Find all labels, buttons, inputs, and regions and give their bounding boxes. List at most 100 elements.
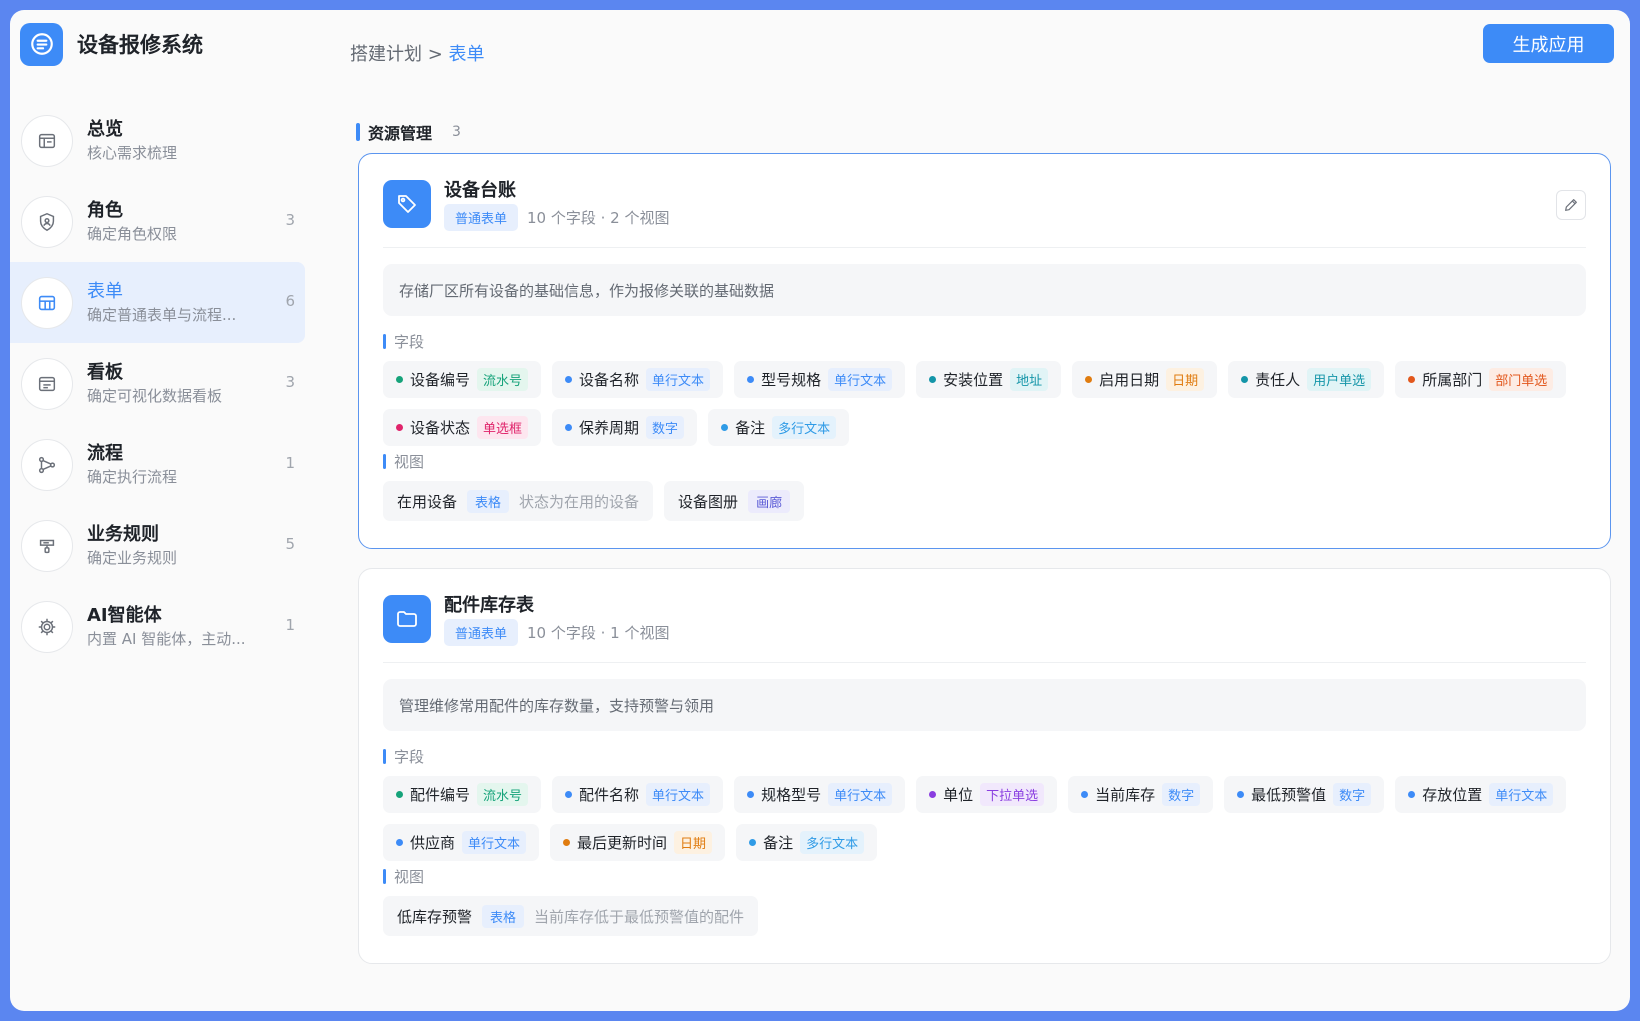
field-type-tag: 地址 <box>1010 368 1049 391</box>
field-name: 责任人 <box>1255 371 1301 389</box>
form-type-badge: 普通表单 <box>444 619 519 646</box>
field-chip[interactable]: 配件编号 流水号 <box>383 776 542 813</box>
field-chip[interactable]: 安装位置 地址 <box>916 361 1062 398</box>
sidebar-item-label: 流程 <box>87 442 123 464</box>
field-type-tag: 部门单选 <box>1489 368 1554 391</box>
field-chip[interactable]: 最低预警值 数字 <box>1224 776 1385 813</box>
field-name: 型号规格 <box>761 371 822 389</box>
sidebar: 设备报修系统 总览 核心需求梳理 角色 确定角色权限 3 表单 确定普通表单与流… <box>10 10 315 1011</box>
views-label: 视图 <box>394 453 425 471</box>
field-type-tag: 单行文本 <box>828 368 893 391</box>
field-chip[interactable]: 所属部门 部门单选 <box>1395 361 1567 398</box>
fields-label: 字段 <box>394 333 425 351</box>
field-chip[interactable]: 设备状态 单选框 <box>383 409 542 446</box>
sidebar-item-label: 看板 <box>87 361 123 383</box>
shield-user-icon <box>21 195 73 248</box>
sidebar-item-count: 1 <box>285 454 295 472</box>
field-status-dot <box>396 791 403 798</box>
card-meta-text: 10 个字段 · 2 个视图 <box>527 209 670 227</box>
field-chip[interactable]: 规格型号 单行文本 <box>734 776 906 813</box>
field-name: 当前库存 <box>1095 786 1156 804</box>
sidebar-item-count: 5 <box>285 535 295 553</box>
views-header: 视图 <box>383 866 424 887</box>
views-header: 视图 <box>383 451 424 472</box>
field-chip[interactable]: 备注 多行文本 <box>708 409 850 446</box>
view-name: 在用设备 <box>397 492 458 511</box>
sidebar-item-dashboards[interactable]: 看板 确定可视化数据看板 3 <box>10 343 305 424</box>
sidebar-item-subtitle: 确定业务规则 <box>87 548 178 567</box>
fields-accent-bar <box>383 334 386 349</box>
field-type-tag: 单选框 <box>477 416 529 439</box>
rule-icon <box>21 519 73 572</box>
field-name: 启用日期 <box>1099 371 1160 389</box>
field-chip[interactable]: 配件名称 单行文本 <box>552 776 724 813</box>
field-chip[interactable]: 单位 下拉单选 <box>916 776 1058 813</box>
field-name: 设备编号 <box>410 371 471 389</box>
field-chip[interactable]: 保养周期 数字 <box>552 409 698 446</box>
folder-icon <box>383 595 431 643</box>
field-status-dot <box>1408 376 1416 383</box>
view-name: 设备图册 <box>678 492 739 511</box>
form-card[interactable]: 配件库存表 普通表单 10 个字段 · 1 个视图 管理维修常用配件的库存数量，… <box>358 568 1611 964</box>
sidebar-item-label: 业务规则 <box>87 523 159 545</box>
field-type-tag: 下拉单选 <box>980 783 1045 806</box>
field-name: 最后更新时间 <box>577 834 668 852</box>
edit-button[interactable] <box>1556 190 1586 220</box>
field-status-dot <box>749 839 757 846</box>
sidebar-item-count: 3 <box>285 211 295 229</box>
generate-app-button[interactable]: 生成应用 <box>1483 24 1614 63</box>
ai-agent-icon <box>21 600 73 653</box>
field-chip[interactable]: 型号规格 单行文本 <box>734 361 906 398</box>
field-chip[interactable]: 最后更新时间 日期 <box>550 824 726 861</box>
card-title: 配件库存表 <box>444 595 534 616</box>
view-item[interactable]: 在用设备 表格 状态为在用的设备 <box>383 481 654 521</box>
field-status-dot <box>747 376 755 383</box>
card-meta-text: 10 个字段 · 1 个视图 <box>527 624 670 642</box>
field-name: 保养周期 <box>579 419 640 437</box>
sidebar-item-flows[interactable]: 流程 确定执行流程 1 <box>10 424 305 505</box>
brand: 设备报修系统 <box>20 22 203 66</box>
breadcrumb-parent[interactable]: 搭建计划 > <box>350 44 443 65</box>
field-chip[interactable]: 备注 多行文本 <box>736 824 878 861</box>
flow-icon <box>21 438 73 491</box>
section-count: 3 <box>452 124 461 140</box>
field-name: 供应商 <box>410 834 456 852</box>
field-name: 配件名称 <box>579 786 640 804</box>
field-chip[interactable]: 设备编号 流水号 <box>383 361 542 398</box>
sidebar-item-rules[interactable]: 业务规则 确定业务规则 5 <box>10 505 305 586</box>
tag-icon <box>383 180 431 228</box>
view-description: 状态为在用的设备 <box>519 492 640 511</box>
sidebar-nav: 总览 核心需求梳理 角色 确定角色权限 3 表单 确定普通表单与流程... 6 … <box>10 100 305 667</box>
view-list: 低库存预警 表格 当前库存低于最低预警值的配件 <box>383 896 759 936</box>
field-chip[interactable]: 启用日期 日期 <box>1072 361 1218 398</box>
views-label: 视图 <box>394 868 425 886</box>
field-type-tag: 流水号 <box>477 783 529 806</box>
field-status-dot <box>396 376 403 383</box>
view-name: 低库存预警 <box>397 907 473 926</box>
field-chip[interactable]: 当前库存 数字 <box>1068 776 1214 813</box>
field-chip[interactable]: 存放位置 单行文本 <box>1395 776 1567 813</box>
field-type-tag: 数字 <box>646 416 685 439</box>
view-item[interactable]: 设备图册 画廊 <box>664 481 805 521</box>
card-meta: 普通表单 10 个字段 · 2 个视图 <box>444 204 670 231</box>
card-meta: 普通表单 10 个字段 · 1 个视图 <box>444 619 670 646</box>
sidebar-item-roles[interactable]: 角色 确定角色权限 3 <box>10 181 305 262</box>
overview-icon <box>21 114 73 167</box>
field-list: 配件编号 流水号 配件名称 单行文本 规格型号 单行文本 单位 下拉单选 当前库存 数字 最低预警值… <box>383 776 1586 861</box>
sidebar-item-subtitle: 确定可视化数据看板 <box>87 386 223 405</box>
field-type-tag: 日期 <box>1166 368 1205 391</box>
field-chip[interactable]: 责任人 用户单选 <box>1228 361 1385 398</box>
form-card[interactable]: 设备台账 普通表单 10 个字段 · 2 个视图 存储厂区所有设备的基础信息，作… <box>358 153 1611 549</box>
field-name: 备注 <box>735 419 766 437</box>
view-item[interactable]: 低库存预警 表格 当前库存低于最低预警值的配件 <box>383 896 759 936</box>
field-chip[interactable]: 供应商 单行文本 <box>383 824 540 861</box>
sidebar-item-subtitle: 内置 AI 智能体，主动... <box>87 629 246 648</box>
sidebar-item-overview[interactable]: 总览 核心需求梳理 <box>10 100 305 181</box>
card-header: 设备台账 普通表单 10 个字段 · 2 个视图 <box>383 176 1586 248</box>
sidebar-item-ai-agents[interactable]: AI智能体 内置 AI 智能体，主动... 1 <box>10 586 305 667</box>
field-status-dot <box>396 424 403 431</box>
field-status-dot <box>929 376 937 383</box>
sidebar-item-forms[interactable]: 表单 确定普通表单与流程... 6 <box>10 262 305 343</box>
field-chip[interactable]: 设备名称 单行文本 <box>552 361 724 398</box>
field-list: 设备编号 流水号 设备名称 单行文本 型号规格 单行文本 安装位置 地址 启用日期 日期 责任人 用户… <box>383 361 1586 446</box>
